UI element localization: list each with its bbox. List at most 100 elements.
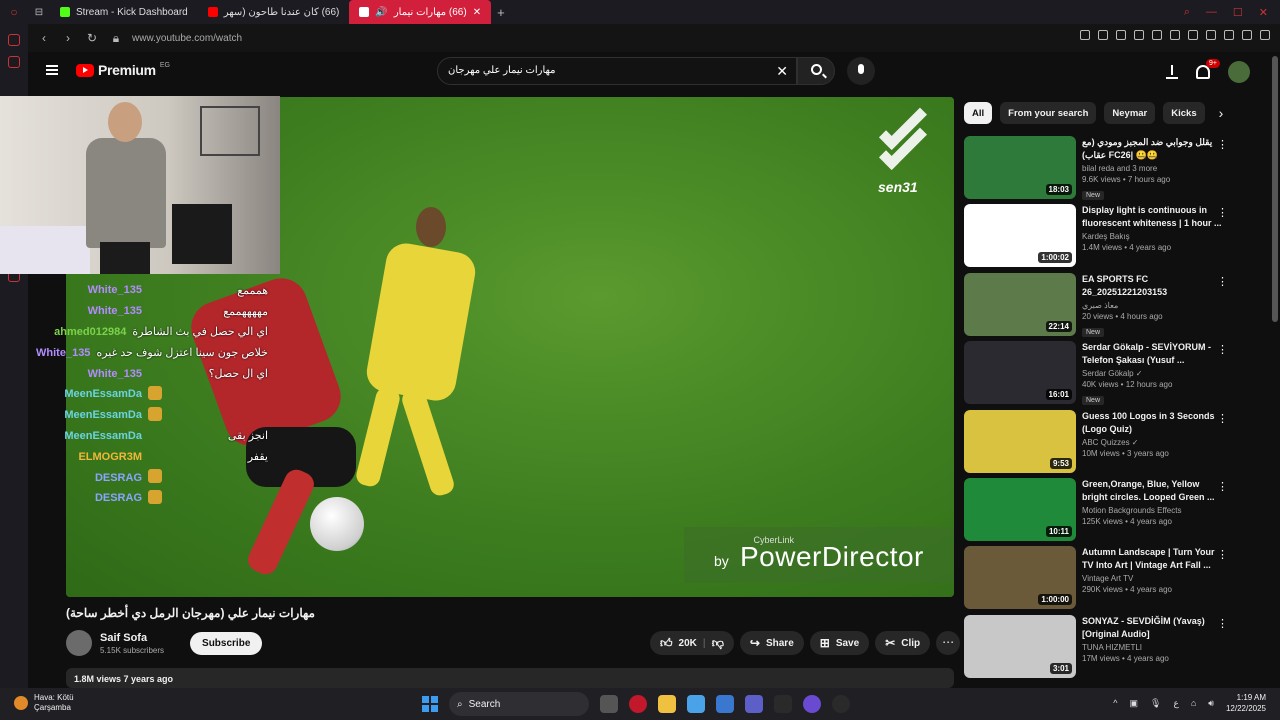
opera-logo-icon[interactable]: ○ — [0, 5, 28, 19]
forward-icon[interactable]: › — [60, 31, 76, 45]
channel-name[interactable]: Saif Sofa — [100, 632, 164, 644]
reload-icon[interactable]: ↻ — [84, 31, 100, 45]
tab-kick-dashboard[interactable]: Stream - Kick Dashboard — [50, 0, 198, 24]
more-options-icon[interactable]: ⋮ — [1217, 480, 1228, 493]
chip-filter[interactable]: Kicks — [1163, 102, 1205, 124]
dislike-icon[interactable]: 👎︎ — [712, 636, 724, 651]
menu-icon[interactable] — [1260, 30, 1270, 40]
music-icon[interactable] — [774, 695, 792, 713]
recommendation-item[interactable]: 3:01 SONYAZ - SEVDİĞİM (Yavaş) [Original … — [964, 614, 1240, 683]
recommendation-title[interactable]: Autumn Landscape | Turn Your TV Into Art… — [1082, 546, 1222, 572]
speaker-icon[interactable]: 🔊 — [375, 7, 387, 18]
windows-start-icon[interactable] — [422, 696, 438, 712]
account-avatar[interactable] — [1228, 61, 1250, 83]
more-options-icon[interactable]: ⋮ — [1217, 617, 1228, 630]
recommendation-item[interactable]: 16:01 Serdar Gökalp - SEVİYORUM - Telefon… — [964, 341, 1240, 409]
share-button[interactable]: ↪ Share — [739, 631, 804, 655]
recommendation-title[interactable]: EA SPORTS FC 26_20251221203153 — [1082, 273, 1222, 299]
wallet-icon[interactable] — [1224, 30, 1234, 40]
tray-app-icon[interactable]: ▣ — [1130, 698, 1139, 709]
clear-search-icon[interactable]: ✕ — [776, 63, 788, 80]
video-thumbnail[interactable]: 18:03 — [964, 136, 1076, 199]
maximize-button[interactable]: ☐ — [1233, 6, 1243, 19]
search-input[interactable]: مهارات نيمار علي مهرجان ✕ — [437, 57, 797, 85]
recommendation-item[interactable]: 9:53 Guess 100 Logos in 3 Seconds (Logo Q… — [964, 409, 1240, 478]
search-tabs-icon[interactable]: ⌕ — [1184, 6, 1190, 19]
like-dislike-button[interactable]: 👍︎ 20K | 👎︎ — [650, 631, 734, 655]
url-field[interactable]: www.youtube.com/watch — [132, 33, 242, 44]
upload-icon[interactable] — [1166, 65, 1178, 79]
video-thumbnail[interactable]: 3:01 — [964, 614, 1076, 678]
clip-button[interactable]: ✂ Clip — [875, 631, 931, 655]
more-options-icon[interactable]: ⋮ — [1217, 343, 1228, 356]
video-thumbnail[interactable]: 16:01 — [964, 341, 1076, 405]
player-icon[interactable] — [1170, 30, 1180, 40]
hamburger-menu-icon[interactable] — [46, 65, 58, 75]
search-button[interactable] — [797, 57, 835, 85]
extensions-icon[interactable] — [1206, 30, 1216, 40]
notifications-bell-icon[interactable]: 9+ — [1196, 59, 1220, 79]
chevron-right-icon[interactable]: › — [1219, 105, 1224, 121]
network-icon[interactable]: ⌂ — [1191, 698, 1196, 708]
more-actions-button[interactable]: ⋯ — [936, 631, 961, 655]
recommendation-channel[interactable]: bilal reda and 3 more — [1082, 164, 1222, 173]
recommendation-channel[interactable]: معاذ صبري — [1082, 301, 1222, 310]
task-view-icon[interactable] — [600, 695, 618, 713]
recommendation-title[interactable]: SONYAZ - SEVDİĞİM (Yavaş) [Original Audi… — [1082, 615, 1222, 641]
teams-icon[interactable] — [745, 695, 763, 713]
taskbar-search[interactable]: ⌕ Search — [449, 692, 589, 716]
description-box[interactable]: 1.8M views 7 years ago — [66, 668, 954, 688]
copilot-icon[interactable] — [687, 695, 705, 713]
heart-icon[interactable] — [1188, 30, 1198, 40]
video-thumbnail[interactable]: 1:00:02 — [964, 204, 1076, 268]
more-options-icon[interactable]: ⋮ — [1217, 206, 1228, 219]
snapshot-icon[interactable] — [1098, 30, 1108, 40]
download-icon[interactable] — [1242, 30, 1252, 40]
microphone-icon[interactable]: 🎙︎ — [1150, 698, 1161, 709]
opera-taskbar-icon[interactable] — [629, 695, 647, 713]
more-options-icon[interactable]: ⋮ — [1217, 275, 1228, 288]
more-options-icon[interactable]: ⋮ — [1217, 138, 1228, 151]
recommendation-channel[interactable]: Motion Backgrounds Effects — [1082, 506, 1222, 515]
close-window-button[interactable]: ✕ — [1259, 6, 1268, 19]
bookmark-icon[interactable] — [1080, 30, 1090, 40]
recommendation-title[interactable]: يقلل وجوابي ضد المجبز ومودي (مع عقاب) FC… — [1082, 136, 1222, 162]
store-icon[interactable] — [716, 695, 734, 713]
recommendation-channel[interactable]: TUNA HIZMETLI — [1082, 643, 1222, 652]
clock[interactable]: 1:19 AM 12/22/2025 — [1226, 692, 1266, 714]
recommendation-channel[interactable]: Vintage Art TV — [1082, 574, 1222, 583]
chip-filter[interactable]: From your search — [1000, 102, 1097, 124]
sidebar-icon[interactable] — [8, 56, 20, 68]
video-thumbnail[interactable]: 1:00:00 — [964, 546, 1076, 610]
app-icon[interactable] — [832, 695, 850, 713]
recommendation-item[interactable]: 18:03 يقلل وجوابي ضد المجبز ومودي (مع عقا… — [964, 136, 1240, 204]
chevron-up-icon[interactable]: ^ — [1113, 698, 1117, 708]
recommendation-channel[interactable]: Serdar Gökalp ✓ — [1082, 369, 1222, 378]
recommendation-item[interactable]: 1:00:02 Display light is continuous in fl… — [964, 204, 1240, 272]
recommendation-channel[interactable]: ABC Quizzes ✓ — [1082, 438, 1222, 447]
volume-icon[interactable]: 🔊︎ — [1208, 698, 1214, 709]
recommendation-item[interactable]: 10:11 Green,Orange, Blue, Yellow bright c… — [964, 477, 1240, 546]
video-thumbnail[interactable]: 9:53 — [964, 409, 1076, 473]
adblock-icon[interactable] — [1152, 30, 1162, 40]
obs-icon[interactable] — [803, 695, 821, 713]
translate-icon[interactable] — [1134, 30, 1144, 40]
recommendation-channel[interactable]: Kardeş Bakış — [1082, 232, 1222, 241]
chip-filter[interactable]: All — [964, 102, 993, 124]
youtube-logo[interactable]: Premium EG — [76, 62, 170, 78]
subscribe-button[interactable]: Subscribe — [190, 631, 263, 655]
recommendation-title[interactable]: Display light is continuous in fluoresce… — [1082, 204, 1222, 230]
page-scrollbar[interactable] — [1272, 56, 1278, 322]
recommendation-title[interactable]: Green,Orange, Blue, Yellow bright circle… — [1082, 478, 1222, 504]
voice-search-icon[interactable] — [847, 57, 875, 85]
chip-filter[interactable]: Neymar — [1104, 102, 1156, 124]
sidebar-icon[interactable] — [8, 34, 20, 46]
save-button[interactable]: ⊞ Save — [809, 631, 870, 655]
channel-avatar[interactable] — [66, 630, 92, 656]
close-tab-icon[interactable]: ✕ — [473, 7, 481, 18]
recommendation-title[interactable]: Guess 100 Logos in 3 Seconds (Logo Quiz) — [1082, 410, 1222, 436]
more-options-icon[interactable]: ⋮ — [1217, 548, 1228, 561]
tab-youtube-song[interactable]: (66) كان عندنا طاحون (سهر — [198, 0, 350, 24]
weather-widget[interactable]: Hava: Kötü Çarşamba — [14, 693, 74, 713]
recommendation-title[interactable]: Serdar Gökalp - SEVİYORUM - Telefon Şaka… — [1082, 341, 1222, 367]
